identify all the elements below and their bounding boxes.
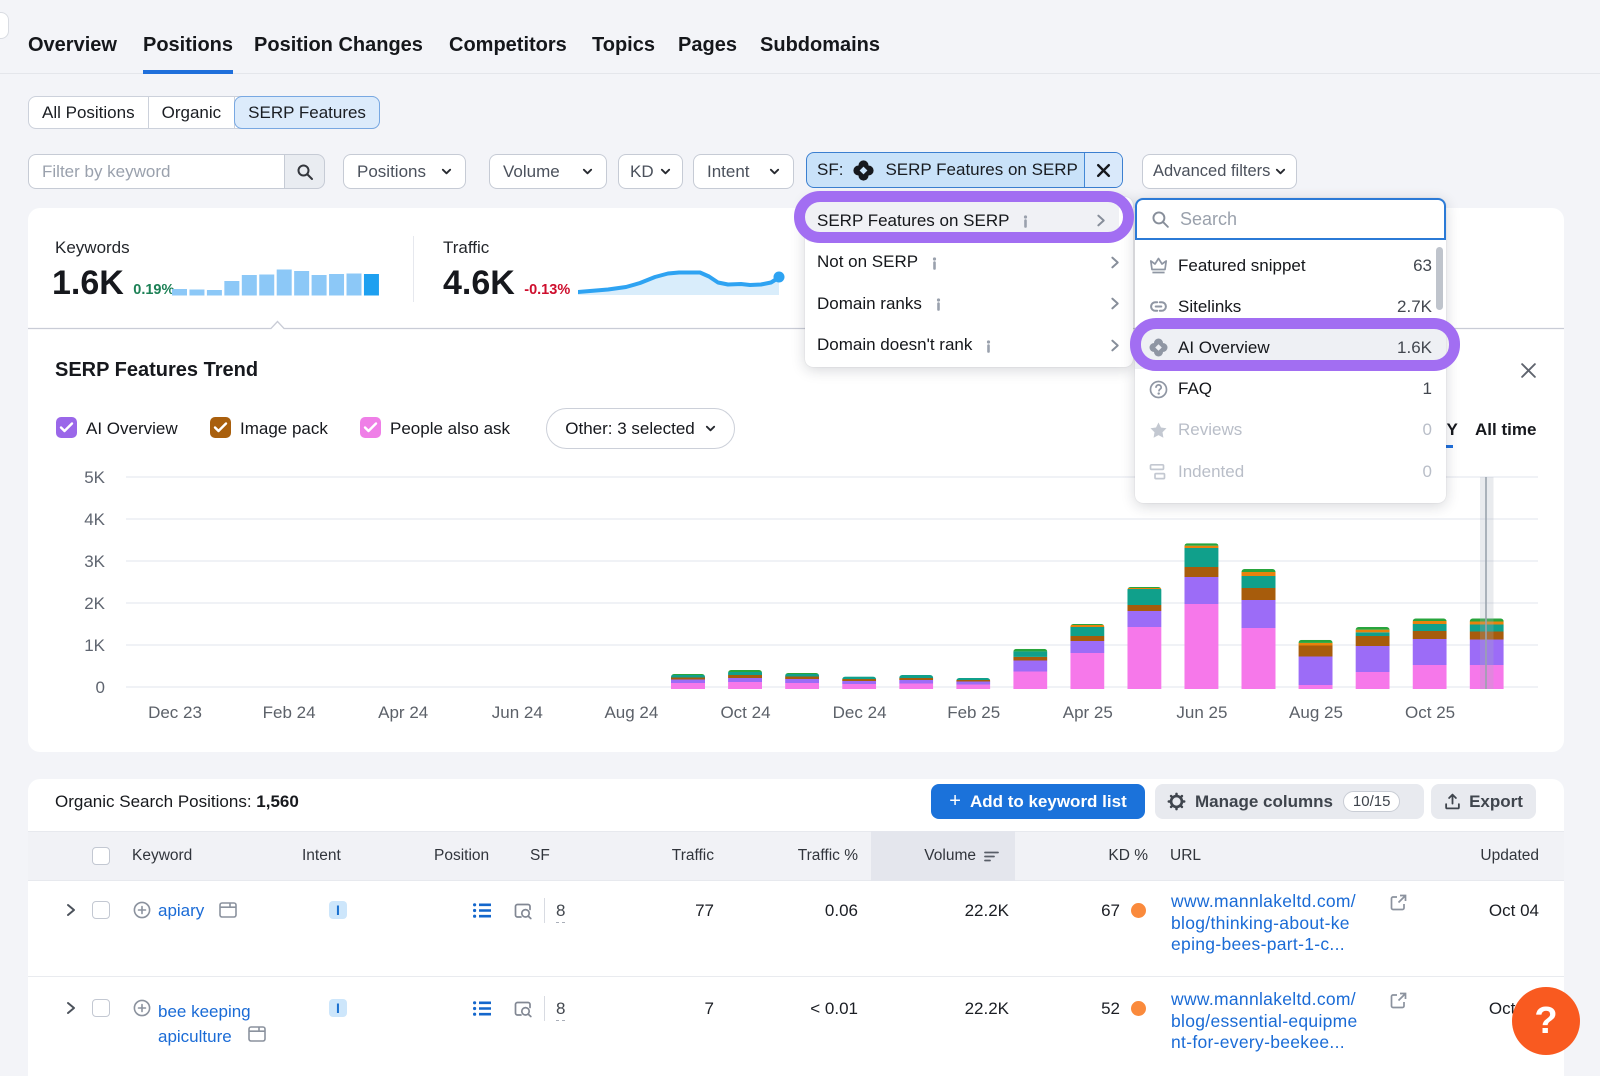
svg-text:Apr 24: Apr 24 [378, 703, 428, 722]
svg-text:3K: 3K [84, 552, 105, 571]
svg-text:Feb 24: Feb 24 [263, 703, 316, 722]
svg-text:1K: 1K [84, 636, 105, 655]
svg-text:Oct 24: Oct 24 [720, 703, 770, 722]
svg-text:Jun 24: Jun 24 [492, 703, 543, 722]
svg-text:Aug 24: Aug 24 [604, 703, 658, 722]
svg-text:2K: 2K [84, 594, 105, 613]
svg-text:5K: 5K [84, 468, 105, 487]
svg-text:Oct 25: Oct 25 [1405, 703, 1455, 722]
svg-text:Dec 24: Dec 24 [833, 703, 887, 722]
svg-text:4K: 4K [84, 510, 105, 529]
svg-text:Jun 25: Jun 25 [1176, 703, 1227, 722]
svg-text:Feb 25: Feb 25 [947, 703, 1000, 722]
svg-text:Apr 25: Apr 25 [1063, 703, 1113, 722]
svg-text:0: 0 [96, 678, 105, 697]
svg-text:Dec 23: Dec 23 [148, 703, 202, 722]
svg-text:Aug 25: Aug 25 [1289, 703, 1343, 722]
